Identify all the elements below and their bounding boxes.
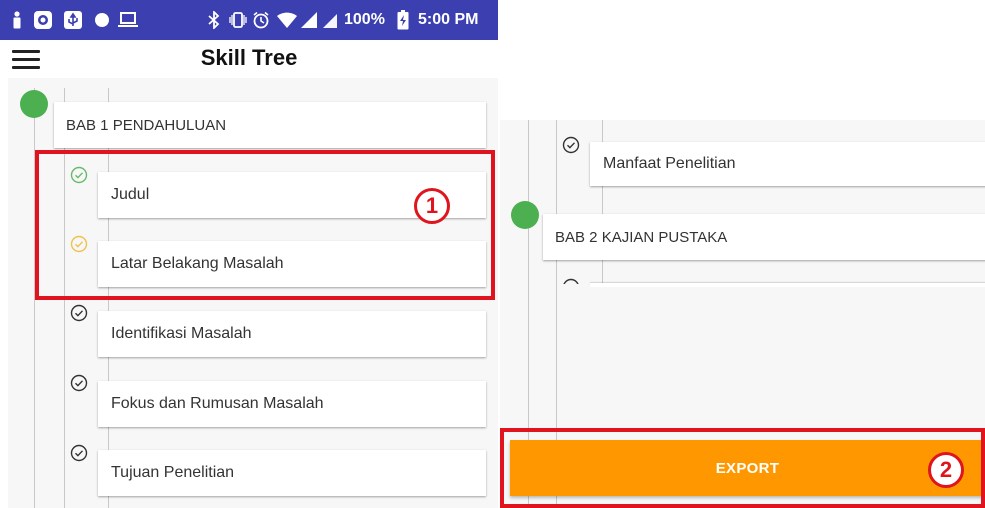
battery-percentage: 100% <box>344 11 385 28</box>
clock: 5:00 PM <box>418 11 479 28</box>
laptop-icon <box>116 10 140 30</box>
highlight-box-1 <box>35 150 495 300</box>
app-bar: Skill Tree <box>0 40 498 78</box>
page-title: Skill Tree <box>200 45 298 70</box>
chapter-node <box>511 201 539 229</box>
skill-item-partial <box>590 283 985 287</box>
chapter-card-bab-2[interactable]: BAB 2 KAJIAN PUSTAKA <box>543 214 985 260</box>
screen-record-icon <box>32 10 54 30</box>
person-icon <box>10 10 24 30</box>
check-circle-icon <box>70 374 88 392</box>
signal-icon <box>322 10 338 30</box>
wifi-icon <box>276 10 298 30</box>
skill-item-manfaat-penelitian[interactable]: Manfaat Penelitian <box>590 142 985 186</box>
skill-item-label: Manfaat Penelitian <box>603 155 736 172</box>
signal-icon <box>300 10 318 30</box>
skill-item-tujuan-penelitian[interactable]: Tujuan Penelitian <box>98 450 486 496</box>
chapter-node <box>20 90 48 118</box>
battery-icon <box>396 10 410 30</box>
bluetooth-icon <box>206 10 222 30</box>
skill-item-label: Fokus dan Rumusan Masalah <box>111 395 324 412</box>
check-circle-icon <box>70 444 88 462</box>
annotation-badge-2: 2 <box>928 452 964 488</box>
usb-icon <box>62 10 84 30</box>
chapter-label: BAB 1 PENDAHULUAN <box>66 116 227 134</box>
vibrate-icon <box>228 10 248 30</box>
skill-item-label: Identifikasi Masalah <box>111 325 252 342</box>
alarm-icon <box>251 10 271 30</box>
status-bar: 100% 5:00 PM <box>0 0 498 40</box>
skill-item-fokus-dan-rumusan-masalah[interactable]: Fokus dan Rumusan Masalah <box>98 381 486 427</box>
check-circle-icon <box>562 136 580 154</box>
circle-icon <box>93 10 111 30</box>
chapter-label: BAB 2 KAJIAN PUSTAKA <box>555 228 728 246</box>
highlight-box-2 <box>500 428 985 508</box>
chapter-card-bab-1[interactable]: BAB 1 PENDAHULUAN <box>54 102 486 148</box>
annotation-badge-1: 1 <box>414 188 450 224</box>
skill-item-label: Tujuan Penelitian <box>111 464 235 481</box>
check-circle-icon <box>70 304 88 322</box>
skill-item-identifikasi-masalah[interactable]: Identifikasi Masalah <box>98 311 486 357</box>
